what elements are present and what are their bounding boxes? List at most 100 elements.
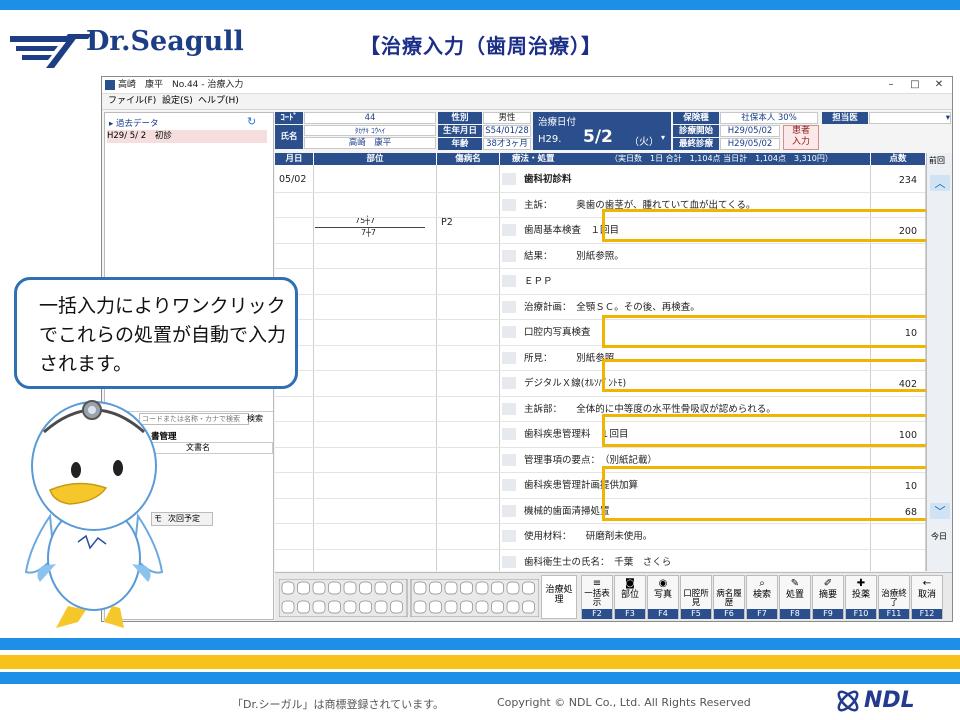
dropdown-icon[interactable]: ▾	[661, 133, 665, 142]
tooth-shape[interactable]	[475, 600, 489, 614]
row-divider	[275, 395, 925, 397]
menu-help[interactable]: ヘルプ(H)	[198, 94, 239, 109]
treatment-process-button[interactable]: 治療処理	[541, 575, 577, 619]
scroll-up-icon[interactable]: ︿	[930, 175, 950, 191]
function-button-f8[interactable]: ✎ 処置 F8	[779, 575, 811, 619]
tooth-shape[interactable]	[281, 600, 295, 614]
scroll-down-icon[interactable]: ﹀	[930, 503, 950, 519]
tooth-shape[interactable]	[460, 581, 473, 595]
doctor-select[interactable]: ▾	[869, 112, 951, 124]
row-selector[interactable]	[502, 428, 516, 440]
tab-next-schedule[interactable]: 次回予定	[168, 513, 200, 525]
row-selector[interactable]	[502, 479, 516, 491]
treatment-date-panel[interactable]: 治療日付 H29. 5/2 （火） ▾	[533, 112, 671, 150]
row-divider	[275, 268, 925, 269]
row-selector[interactable]	[502, 504, 516, 517]
menu-settings[interactable]: 設定(S)	[162, 94, 193, 109]
function-button-f11[interactable]: 治療終了 F11	[878, 575, 910, 619]
row-selector[interactable]	[502, 453, 516, 466]
row-selector[interactable]	[502, 555, 516, 568]
highlight-plan-and-cleaning	[602, 466, 952, 521]
tooth-shape[interactable]	[297, 600, 310, 614]
function-key-label: F2	[582, 609, 612, 619]
tooth-shape[interactable]	[429, 600, 442, 614]
treatment-row-text[interactable]: 所見： 別紙参照	[524, 350, 614, 364]
tooth-shape[interactable]	[328, 581, 341, 595]
function-button-label: 摘要	[818, 590, 837, 600]
menu-file[interactable]: ファイル(F)	[108, 94, 156, 109]
treatment-row-text[interactable]: 口腔内写真検査	[524, 324, 591, 338]
row-selector[interactable]	[502, 249, 516, 262]
tooth-shape[interactable]	[328, 600, 341, 614]
row-selector[interactable]	[502, 198, 516, 211]
tooth-shape[interactable]	[444, 600, 458, 614]
tooth-shape[interactable]	[374, 600, 388, 614]
tooth-shape[interactable]	[343, 581, 357, 595]
treatment-row-text[interactable]: ＥＰＰ	[524, 273, 553, 287]
treatment-row-text[interactable]: 歯科初診料	[524, 171, 572, 185]
scrollbar[interactable]: 前回 ︿ ﹀ 今日	[926, 153, 952, 571]
tooth-shape[interactable]	[390, 600, 403, 614]
function-button-f10[interactable]: ✚ 投薬 F10	[845, 575, 877, 619]
row-selector[interactable]	[502, 530, 516, 542]
history-item[interactable]: H29/ 5/ 2 初診	[107, 130, 267, 143]
tooth-shape[interactable]	[522, 600, 535, 614]
treatment-row-text[interactable]: 主訴部： 全体的に中等度の水平性骨吸収が認められる。	[524, 401, 776, 415]
function-button-f6[interactable]: 病名履歴 F6	[713, 575, 745, 619]
row-selector[interactable]	[502, 351, 516, 364]
treatment-row-text[interactable]: 歯科衛生士の氏名： 千葉 さくら	[524, 554, 671, 568]
function-button-f9[interactable]: ✐ 摘要 F9	[812, 575, 844, 619]
maximize-icon[interactable]: □	[904, 77, 926, 93]
row-selector[interactable]	[502, 377, 516, 389]
treatment-row-text[interactable]: 管理事項の要点： （別紙記載）	[524, 452, 657, 466]
prev-button[interactable]: 前回	[929, 155, 945, 166]
row-selector[interactable]	[502, 326, 516, 338]
treatment-row-text[interactable]: 使用材料： 研磨剤未使用。	[524, 528, 652, 542]
row-selector[interactable]	[502, 173, 516, 185]
function-button-f7[interactable]: ⌕ 検索 F7	[746, 575, 778, 619]
tooth-shape[interactable]	[444, 581, 458, 595]
tooth-shape[interactable]	[343, 600, 357, 614]
function-button-f5[interactable]: 口腔所見 F5	[680, 575, 712, 619]
minimize-icon[interactable]: –	[880, 77, 902, 93]
tooth-shape[interactable]	[429, 581, 442, 595]
tooth-shape[interactable]	[413, 600, 427, 614]
tooth-shape[interactable]	[491, 581, 504, 595]
tooth-shape[interactable]	[491, 600, 504, 614]
today-button[interactable]: 今日	[931, 531, 947, 542]
refresh-icon[interactable]: ↻	[247, 115, 256, 128]
function-button-f4[interactable]: ◉ 写真 F4	[647, 575, 679, 619]
tooth-chart[interactable]	[279, 579, 539, 617]
tooth-shape[interactable]	[359, 581, 372, 595]
search-icon: ⌕	[759, 578, 765, 589]
tooth-shape[interactable]	[413, 581, 427, 595]
function-button-f2[interactable]: ≡ 一括表示 F2	[581, 575, 613, 619]
row-selector[interactable]	[502, 300, 516, 313]
tooth-shape[interactable]	[359, 600, 372, 614]
row-selector[interactable]	[502, 224, 516, 236]
tooth-shape[interactable]	[390, 581, 403, 595]
tooth-shape[interactable]	[522, 581, 535, 595]
tooth-shape[interactable]	[460, 600, 473, 614]
patient-input-button[interactable]: 患者 入力	[783, 125, 819, 150]
tooth-shape[interactable]	[281, 581, 295, 595]
close-icon[interactable]: ✕	[928, 77, 950, 93]
search-button[interactable]: 検索	[247, 413, 263, 424]
past-data-header[interactable]: ▸ 過去データ	[109, 117, 159, 129]
treatment-row-text[interactable]: 結果： 別紙参照。	[524, 248, 624, 262]
treatment-row-text[interactable]: 機械的歯面清掃処置	[524, 503, 610, 517]
tooth-shape[interactable]	[506, 600, 520, 614]
row-selector[interactable]	[502, 275, 516, 287]
last-label: 最終診療	[673, 138, 719, 150]
function-button-f12[interactable]: ← 取消 F12	[911, 575, 943, 619]
row-selector[interactable]	[502, 402, 516, 415]
tooth-shape[interactable]	[475, 581, 489, 595]
tooth-shape[interactable]	[374, 581, 388, 595]
function-button-f3[interactable]: ◙ 部位 F3	[614, 575, 646, 619]
birth-value: S54/01/28	[483, 125, 531, 137]
tooth-shape[interactable]	[297, 581, 310, 595]
tooth-shape[interactable]	[312, 581, 326, 595]
tooth-shape[interactable]	[506, 581, 520, 595]
treatment-row-text[interactable]: 治療計画： 全顎ＳＣ。その後、再検査。	[524, 299, 700, 313]
tooth-shape[interactable]	[312, 600, 326, 614]
